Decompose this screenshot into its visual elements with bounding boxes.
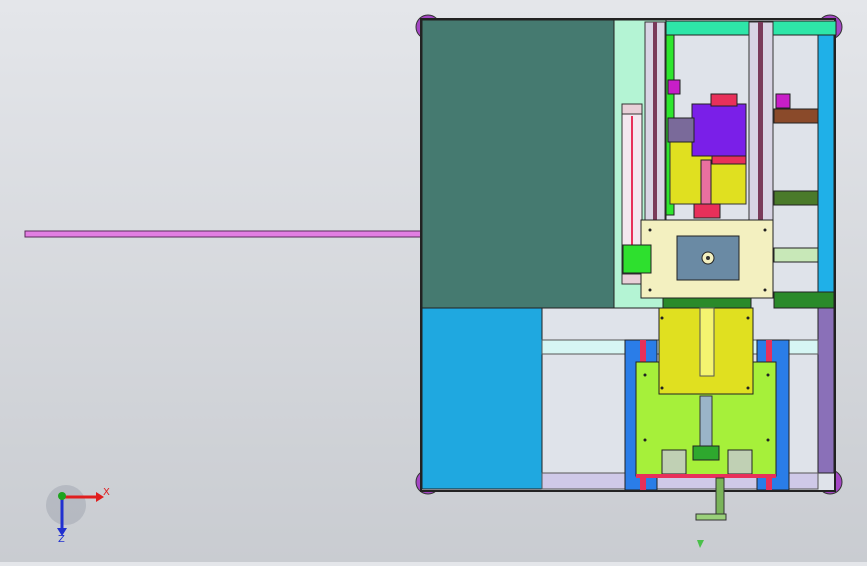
right-rail	[817, 34, 835, 294]
cyan-panel	[421, 307, 543, 490]
bottom-marker	[697, 540, 704, 548]
bottom-shaft	[715, 477, 725, 519]
cross-bar-2	[773, 190, 819, 206]
motor-mount-left	[667, 117, 695, 143]
motor-top-pink	[710, 93, 738, 107]
cross-bar-1	[773, 108, 819, 124]
motor-purple	[691, 103, 747, 157]
motor-small-pink-left	[667, 79, 681, 95]
cross-bar-4	[773, 291, 835, 309]
dark-panel	[421, 19, 615, 309]
motor-shaft-pink	[700, 159, 712, 211]
push-rod	[24, 230, 424, 238]
green-block	[622, 244, 652, 274]
bearing-left	[661, 449, 687, 475]
axis-triad	[46, 485, 104, 536]
motor-bottom-plate	[711, 155, 747, 165]
bottom-pink-plate	[636, 474, 776, 478]
bottom-handle	[695, 513, 727, 521]
cad-viewport[interactable]: X Z	[0, 0, 867, 562]
cross-bar-3	[773, 247, 819, 263]
right-rail-lower	[817, 307, 835, 474]
bearing-right	[727, 449, 753, 475]
motor-small-pink-right	[775, 93, 791, 109]
coupling-pink	[693, 203, 721, 219]
triad-z-label: Z	[58, 534, 65, 545]
cad-model-view: X Z	[24, 14, 843, 548]
lead-screw	[699, 395, 713, 451]
carriage-base-bar	[662, 297, 752, 309]
left-cylinder-cap-top	[621, 103, 643, 115]
left-cylinder-cap-bottom	[621, 273, 643, 285]
screw-nut	[692, 445, 720, 461]
triad-x-label: X	[103, 487, 110, 498]
